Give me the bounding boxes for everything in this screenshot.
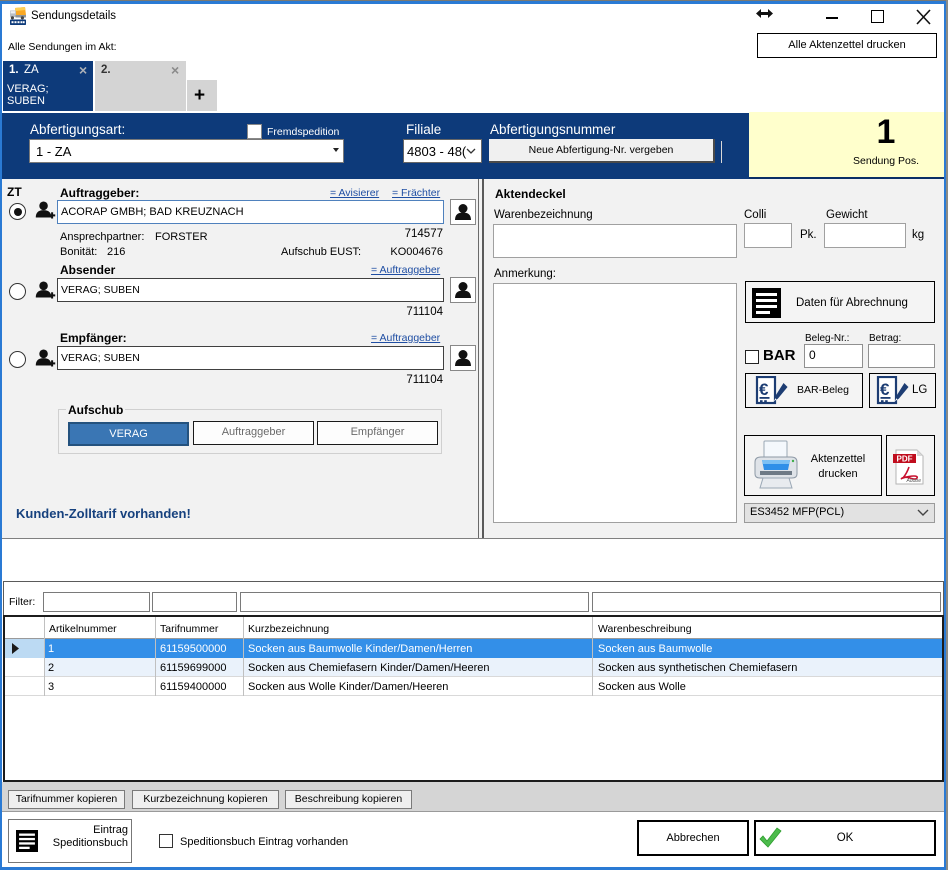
svg-text:PDF: PDF bbox=[897, 455, 913, 464]
svg-text:Adobe: Adobe bbox=[906, 478, 922, 484]
svg-text:€: € bbox=[880, 380, 890, 399]
svg-text:€: € bbox=[759, 380, 769, 399]
